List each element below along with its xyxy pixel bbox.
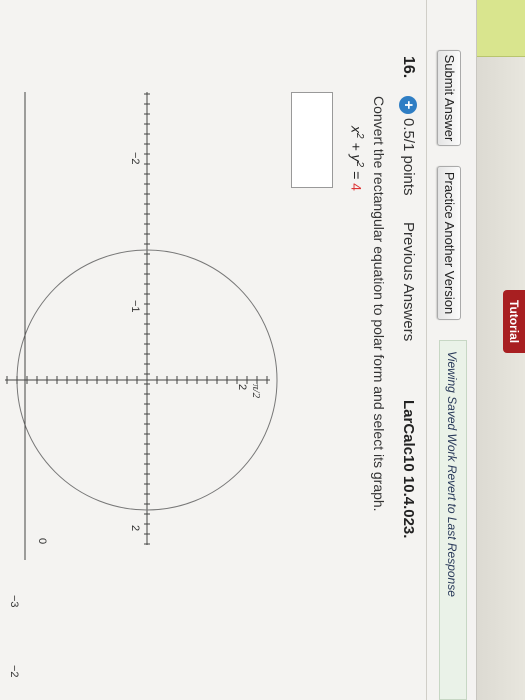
tick-label-minus-1: −1 <box>129 300 141 313</box>
tick-label-minus-3: −3 <box>8 595 20 608</box>
tick-label-vertical-2: 2 <box>236 384 248 390</box>
tick-label-minus-2: −2 <box>129 152 141 165</box>
circle-graph[interactable]: π/2 2 −1 −2 2 <box>5 92 278 545</box>
graph-options[interactable]: π/2 2 −1 −2 2 0 −3 −2 <box>0 0 525 700</box>
pi-half-label: π/2 <box>250 384 262 399</box>
tick-label-2: 2 <box>129 525 141 531</box>
tick-label-zero: 0 <box>36 538 48 544</box>
second-graph[interactable]: 0 −3 −2 <box>8 92 48 678</box>
page: Tutorial Submit Answer Practice Another … <box>0 0 525 700</box>
tick-label-second-minus-2: −2 <box>8 665 20 678</box>
